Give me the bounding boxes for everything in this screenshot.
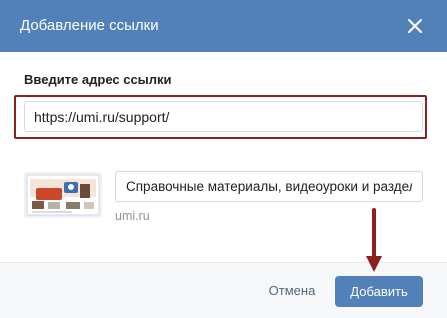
close-button[interactable] bbox=[403, 14, 427, 38]
site-preview-thumbnail bbox=[24, 172, 102, 218]
dialog-title: Добавление ссылки bbox=[20, 17, 159, 34]
url-label: Введите адрес ссылки bbox=[24, 72, 172, 87]
arrow-down-icon bbox=[366, 208, 382, 272]
dialog-header: Добавление ссылки bbox=[0, 0, 447, 52]
add-button[interactable]: Добавить bbox=[335, 276, 423, 307]
close-icon bbox=[408, 19, 422, 33]
link-domain: umi.ru bbox=[115, 209, 150, 223]
link-thumbnail[interactable] bbox=[24, 172, 102, 218]
link-title-input[interactable] bbox=[115, 171, 423, 202]
cancel-button[interactable]: Отмена bbox=[262, 276, 322, 306]
url-input[interactable] bbox=[24, 101, 423, 132]
